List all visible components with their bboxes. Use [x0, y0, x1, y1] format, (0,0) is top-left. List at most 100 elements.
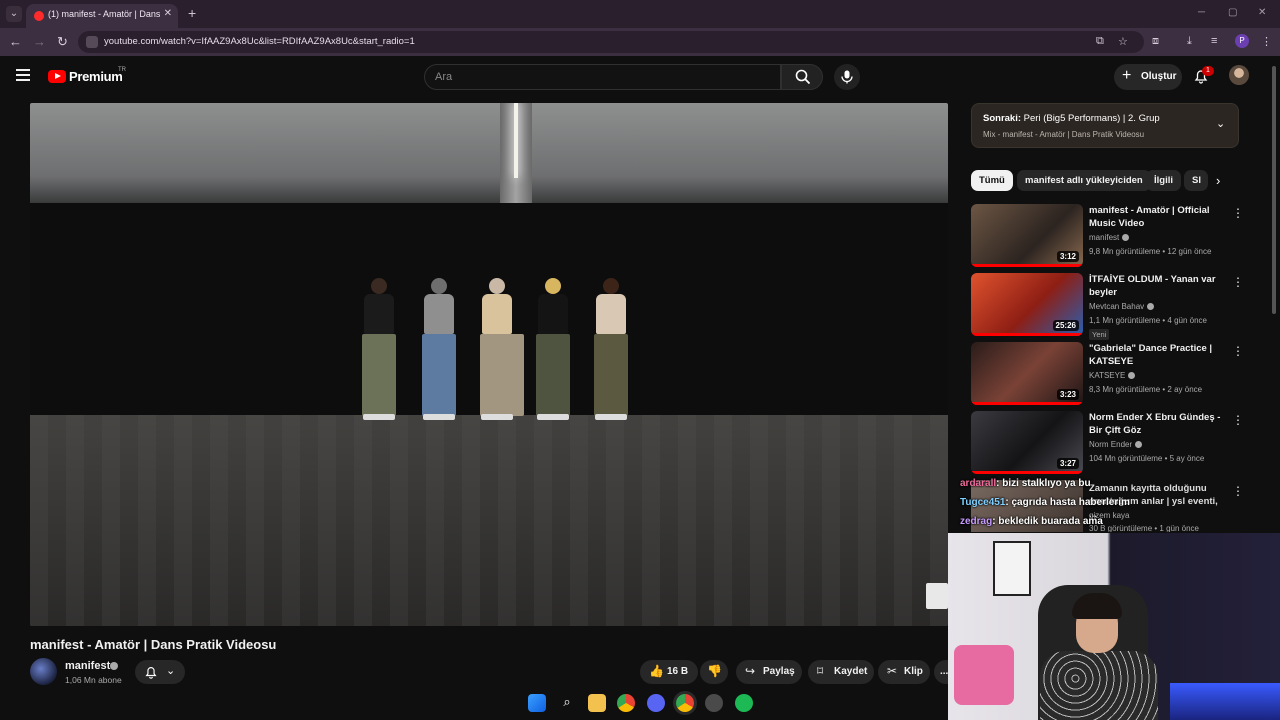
bookmark-star-icon[interactable]: ☆ [1118, 35, 1128, 48]
downloads-icon[interactable]: ⤓ [1187, 35, 1192, 48]
new-tab-icon[interactable]: + [188, 5, 196, 21]
country-code: TR [118, 67, 126, 73]
search-icon[interactable]: ⌕ [558, 694, 576, 712]
youtube-logo-icon[interactable] [48, 70, 66, 83]
rec-title[interactable]: manifest - Amatör | Official Music Video [1089, 204, 1227, 230]
next-subtitle: Mix - manifest - Amatör | Dans Pratik Vi… [983, 130, 1145, 139]
notification-badge: 1 [1202, 66, 1214, 76]
browser-tab-bar: ⌄ (1) manifest - Amatör | Dans Pr... ✕ +… [0, 0, 1280, 28]
video-thumbnail[interactable]: 25:26 [971, 273, 1083, 336]
install-app-icon[interactable]: ⧉ [1096, 35, 1104, 48]
chat-message: ardarall: bizi stalklıyo ya bu [960, 478, 1091, 489]
next-title: Sonraki: Peri (Big5 Performans) | 2. Gru… [983, 113, 1160, 124]
recommendation-item[interactable]: 3:12 manifest - Amatör | Official Music … [971, 204, 1244, 268]
reading-list-icon[interactable]: ≡ [1211, 35, 1217, 47]
dancer-figure [418, 278, 460, 428]
search-input[interactable]: Ara [424, 64, 781, 90]
microphone-icon [841, 70, 853, 84]
chip-all[interactable]: Tümü [971, 170, 1013, 191]
video-duration: 3:12 [1056, 251, 1079, 262]
chevron-down-icon[interactable]: ⌄ [1216, 117, 1225, 130]
browser-tab[interactable]: (1) manifest - Amatör | Dans Pr... ✕ [26, 4, 178, 28]
url-text: youtube.com/watch?v=IfAAZ9Ax8Uc&list=RDI… [104, 36, 415, 47]
video-duration: 3:23 [1056, 389, 1079, 400]
tab-search-button[interactable]: ⌄ [6, 6, 22, 22]
profile-avatar[interactable]: P [1235, 34, 1249, 48]
next-prefix: Sonraki: [983, 113, 1022, 124]
logo-text[interactable]: Premium [69, 69, 123, 84]
more-options-icon[interactable]: ⋮ [1232, 413, 1244, 427]
windows-start-icon[interactable] [528, 694, 546, 712]
recommendation-item[interactable]: 3:27 Norm Ender X Ebru Gündeş - Bir Çift… [971, 411, 1244, 475]
subscriber-count: 1,06 Mn abone [65, 675, 122, 685]
create-button[interactable]: + Oluştur [1114, 64, 1182, 90]
video-thumbnail[interactable]: 3:23 [971, 342, 1083, 405]
more-options-icon[interactable]: ⋮ [1232, 206, 1244, 220]
chip-partial[interactable]: Sl [1184, 170, 1208, 191]
clip-button[interactable]: ✂ Klip [878, 660, 930, 684]
site-info-icon[interactable] [86, 36, 98, 48]
account-avatar[interactable] [1229, 65, 1249, 85]
video-thumbnail[interactable]: 3:27 [971, 411, 1083, 474]
chat-text: : bekledik buarada ama [992, 516, 1103, 527]
reload-icon[interactable]: ↻ [57, 34, 68, 50]
address-bar[interactable]: youtube.com/watch?v=IfAAZ9Ax8Uc&list=RDI… [78, 31, 1144, 53]
back-icon[interactable]: ← [9, 34, 22, 49]
chip-from-uploader[interactable]: manifest adlı yükleyiciden [1017, 170, 1151, 191]
more-actions-button[interactable]: ... [934, 660, 948, 684]
bell-icon [145, 667, 157, 679]
browser-menu-icon[interactable]: ⋮ [1261, 35, 1272, 48]
chrome-icon[interactable] [617, 694, 635, 712]
rec-channel: Mevtcan Bahav [1089, 302, 1155, 311]
autoplay-next-card[interactable]: Sonraki: Peri (Big5 Performans) | 2. Gru… [971, 103, 1239, 148]
search-placeholder: Ara [435, 71, 453, 83]
bookmark-icon: ⌑ [817, 664, 824, 678]
watch-progress [971, 402, 1083, 405]
chip-related[interactable]: İlgili [1146, 170, 1181, 191]
video-duration: 25:26 [1052, 320, 1079, 331]
ceiling-light [514, 103, 518, 178]
like-button[interactable]: 👍 16 B [640, 660, 698, 684]
chrome-active-icon[interactable] [676, 694, 694, 712]
minimize-icon[interactable]: ─ [1198, 7, 1205, 18]
menu-icon[interactable] [16, 69, 30, 81]
recommendation-item[interactable]: 3:23 "Gabriela" Dance Practice | KATSEYE… [971, 342, 1244, 406]
more-options-icon[interactable]: ⋮ [1232, 484, 1241, 498]
maximize-icon[interactable]: ▢ [1228, 7, 1237, 18]
subscription-bell-button[interactable]: ⌄ [135, 660, 185, 684]
save-button[interactable]: ⌑ Kaydet [808, 660, 874, 684]
discord-icon[interactable] [647, 694, 665, 712]
wall-poster [993, 541, 1031, 596]
chat-username: zedrag [960, 516, 993, 527]
video-duration: 3:27 [1056, 458, 1079, 469]
obs-icon[interactable] [705, 694, 723, 712]
recommendation-item[interactable]: 25:26 İTFAİYE OLDUM - Yanan var beyler M… [971, 273, 1244, 340]
extensions-icon[interactable]: ⧈ [1152, 35, 1159, 48]
voice-search-button[interactable] [834, 64, 860, 90]
tab-close-icon[interactable]: ✕ [164, 8, 172, 19]
video-player[interactable] [30, 103, 948, 626]
chevron-right-icon[interactable]: › [1216, 173, 1220, 188]
search-button[interactable] [781, 64, 823, 90]
channel-name[interactable]: manifest [65, 660, 110, 672]
share-button[interactable]: ↪ Paylaş [736, 660, 802, 684]
led-light [1170, 683, 1280, 720]
channel-avatar[interactable] [30, 658, 57, 685]
video-thumbnail[interactable]: 3:12 [971, 204, 1083, 267]
more-options-icon[interactable]: ⋮ [1232, 344, 1244, 358]
file-explorer-icon[interactable] [588, 694, 606, 712]
spotify-icon[interactable] [735, 694, 753, 712]
chat-username: Tugce451 [960, 497, 1006, 508]
rec-title[interactable]: "Gabriela" Dance Practice | KATSEYE [1089, 342, 1227, 368]
more-options-icon[interactable]: ⋮ [1232, 275, 1244, 289]
like-count: 16 B [667, 666, 689, 677]
forward-icon[interactable]: → [33, 34, 46, 49]
window-close-icon[interactable]: ✕ [1258, 7, 1266, 18]
dislike-button[interactable]: 👎 [700, 660, 728, 684]
rec-title[interactable]: Norm Ender X Ebru Gündeş - Bir Çift Göz [1089, 411, 1227, 437]
page-scrollbar[interactable] [1272, 66, 1276, 314]
watch-progress [971, 471, 1083, 474]
watch-progress [971, 264, 1083, 267]
rec-title[interactable]: İTFAİYE OLDUM - Yanan var beyler [1089, 273, 1227, 299]
dancer-figure [590, 278, 632, 428]
